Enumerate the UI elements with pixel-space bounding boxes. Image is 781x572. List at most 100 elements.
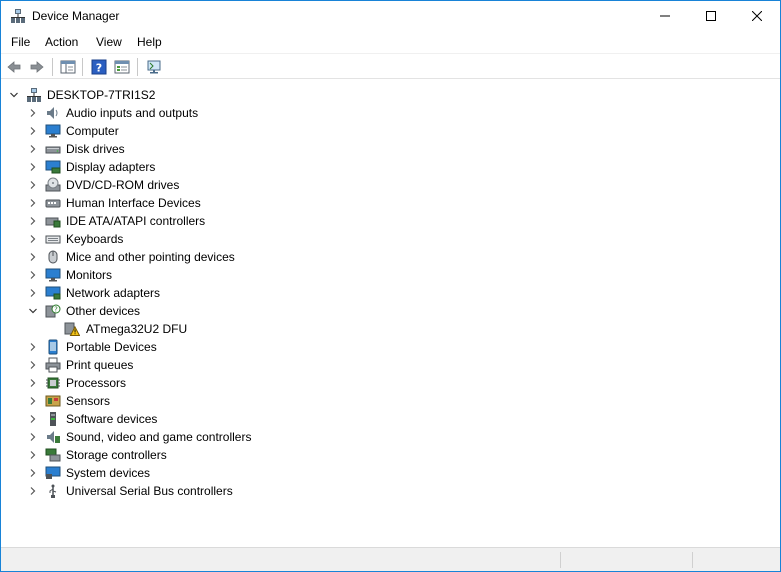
close-button[interactable] — [734, 1, 780, 31]
chevron-right-icon[interactable] — [28, 288, 38, 298]
dvd-drive-icon — [45, 177, 61, 193]
tree-category-row[interactable]: Audio inputs and outputs — [1, 104, 780, 122]
tree-category-row[interactable]: Monitors — [1, 266, 780, 284]
menu-action[interactable]: Action — [45, 35, 78, 49]
tree-category-label: Other devices — [66, 304, 141, 318]
forward-button[interactable] — [27, 57, 47, 77]
status-divider — [560, 552, 561, 568]
chevron-right-icon[interactable] — [28, 450, 38, 460]
back-button[interactable] — [4, 57, 24, 77]
status-divider — [692, 552, 693, 568]
chevron-right-icon[interactable] — [28, 216, 38, 226]
tree-category-label: Monitors — [66, 268, 113, 282]
menu-bar: File Action View Help — [1, 31, 780, 54]
chevron-down-icon[interactable] — [9, 90, 19, 100]
device-tree[interactable]: DESKTOP-7TRI1S2 Audio inputs and outputs… — [1, 80, 780, 547]
tree-category-row[interactable]: IDE ATA/ATAPI controllers — [1, 212, 780, 230]
chevron-right-icon[interactable] — [28, 270, 38, 280]
chevron-right-icon[interactable] — [28, 468, 38, 478]
status-bar — [1, 547, 780, 571]
tree-category-label: Network adapters — [66, 286, 161, 300]
tree-device-row[interactable]: ATmega32U2 DFU — [1, 320, 780, 338]
tree-category-row[interactable]: Keyboards — [1, 230, 780, 248]
device-manager-window: Device Manager File Action View Help ? D… — [0, 0, 781, 572]
tree-category-row[interactable]: Portable Devices — [1, 338, 780, 356]
tree-category-label: DVD/CD-ROM drives — [66, 178, 180, 192]
tree-category-row[interactable]: Storage controllers — [1, 446, 780, 464]
disk-drive-icon — [45, 141, 61, 157]
back-icon — [7, 61, 21, 73]
chevron-right-icon[interactable] — [28, 162, 38, 172]
tree-category-row[interactable]: Computer — [1, 122, 780, 140]
tree-category-label: Software devices — [66, 412, 158, 426]
chevron-right-icon[interactable] — [28, 486, 38, 496]
usb-icon — [45, 483, 61, 499]
menu-view[interactable]: View — [96, 35, 122, 49]
chevron-right-icon[interactable] — [28, 396, 38, 406]
tree-category-row[interactable]: Mice and other pointing devices — [1, 248, 780, 266]
minimize-icon — [660, 15, 670, 17]
title-bar[interactable]: Device Manager — [1, 1, 780, 31]
tree-category-label: Sound, video and game controllers — [66, 430, 252, 444]
tree-category-label: Keyboards — [66, 232, 124, 246]
computer-tree-icon — [26, 87, 42, 103]
network-adapter-icon — [45, 285, 61, 301]
tree-category-row[interactable]: DVD/CD-ROM drives — [1, 176, 780, 194]
portable-device-icon — [45, 339, 61, 355]
tree-category-row[interactable]: Disk drives — [1, 140, 780, 158]
tree-category-row[interactable]: Display adapters — [1, 158, 780, 176]
computer-icon — [45, 123, 61, 139]
tree-category-label: Print queues — [66, 358, 134, 372]
chevron-down-icon[interactable] — [28, 306, 38, 316]
tree-category-row[interactable]: System devices — [1, 464, 780, 482]
close-icon — [752, 11, 762, 21]
maximize-button[interactable] — [688, 1, 734, 31]
tree-category-label: Sensors — [66, 394, 111, 408]
tree-category-row[interactable]: Sensors — [1, 392, 780, 410]
chevron-right-icon[interactable] — [28, 360, 38, 370]
menu-file[interactable]: File — [11, 35, 30, 49]
chevron-right-icon[interactable] — [28, 342, 38, 352]
menu-help[interactable]: Help — [137, 35, 162, 49]
tree-category-row[interactable]: Network adapters — [1, 284, 780, 302]
tree-category-row[interactable]: Sound, video and game controllers — [1, 428, 780, 446]
tree-category-row[interactable]: Print queues — [1, 356, 780, 374]
tree-device-label: ATmega32U2 DFU — [86, 322, 188, 336]
tree-category-label: Disk drives — [66, 142, 125, 156]
tree-category-row[interactable]: Software devices — [1, 410, 780, 428]
tree-category-row[interactable]: Processors — [1, 374, 780, 392]
tree-category-label: System devices — [66, 466, 151, 480]
minimize-button[interactable] — [642, 1, 688, 31]
scan-hardware-button[interactable] — [144, 57, 164, 77]
chevron-right-icon[interactable] — [28, 252, 38, 262]
chevron-right-icon[interactable] — [28, 234, 38, 244]
tree-category-label: Audio inputs and outputs — [66, 106, 199, 120]
chevron-right-icon[interactable] — [28, 108, 38, 118]
chevron-right-icon[interactable] — [28, 126, 38, 136]
help-button[interactable]: ? — [89, 57, 109, 77]
tree-root-row[interactable]: DESKTOP-7TRI1S2 — [1, 86, 780, 104]
chevron-right-icon[interactable] — [28, 180, 38, 190]
chevron-right-icon[interactable] — [28, 432, 38, 442]
tree-category-label: Human Interface Devices — [66, 196, 201, 210]
chevron-right-icon[interactable] — [28, 378, 38, 388]
svg-text:?: ? — [54, 306, 58, 314]
chevron-right-icon[interactable] — [28, 198, 38, 208]
ide-controller-icon — [45, 213, 61, 229]
show-hide-console-tree-button[interactable] — [58, 57, 78, 77]
chevron-right-icon[interactable] — [28, 414, 38, 424]
tree-category-label: Universal Serial Bus controllers — [66, 484, 233, 498]
properties-button[interactable] — [112, 57, 132, 77]
processor-icon — [45, 375, 61, 391]
software-device-icon — [45, 411, 61, 427]
tree-category-label: Storage controllers — [66, 448, 167, 462]
sound-controller-icon — [45, 429, 61, 445]
maximize-icon — [706, 11, 716, 21]
monitor-icon — [45, 267, 61, 283]
tree-category-row[interactable]: Human Interface Devices — [1, 194, 780, 212]
tree-category-row[interactable]: ? Other devices — [1, 302, 780, 320]
tree-category-row[interactable]: Universal Serial Bus controllers — [1, 482, 780, 500]
chevron-right-icon[interactable] — [28, 144, 38, 154]
scan-hardware-icon — [147, 60, 161, 74]
forward-icon — [30, 61, 44, 73]
